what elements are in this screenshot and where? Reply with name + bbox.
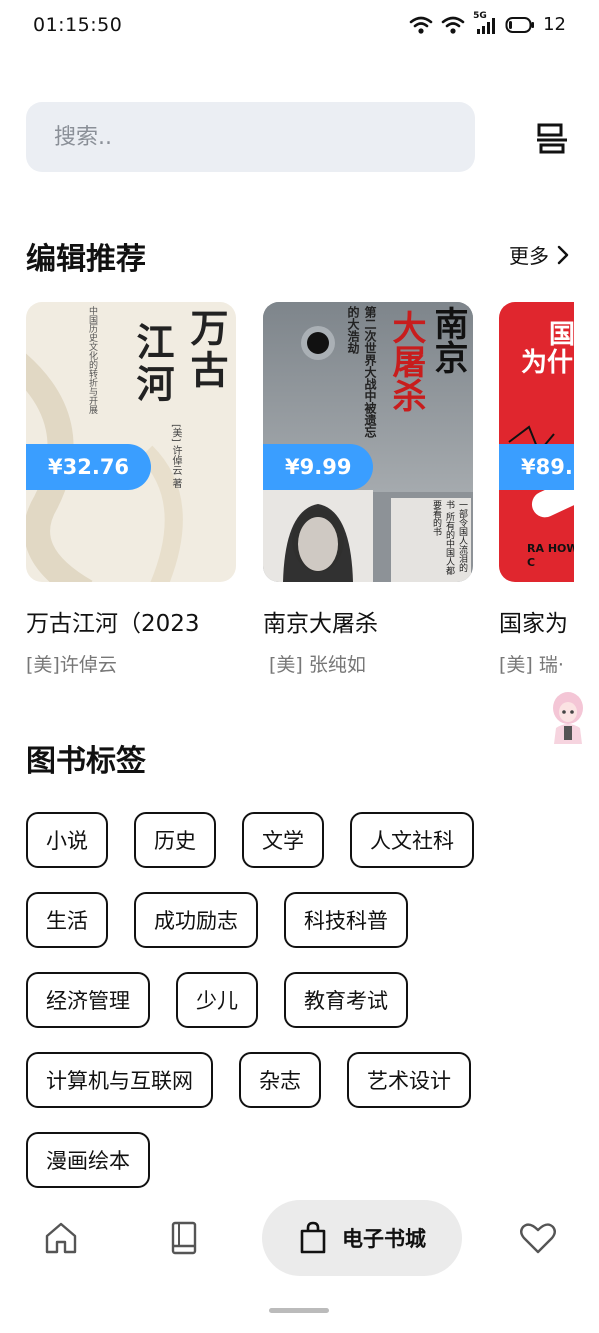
book-author: [美] 张纯如 [269, 654, 366, 676]
book-tag[interactable]: 文学 [242, 812, 324, 868]
book-tag[interactable]: 人文社科 [350, 812, 474, 868]
cover-title-line: 南京 [428, 306, 468, 374]
book-card[interactable]: 万古 江河 中国历史文化的转折与开展 [美] 许倬云 著 ¥32.76 万古江河… [26, 302, 238, 676]
category-menu-button[interactable] [530, 116, 574, 160]
status-time: 01:15:50 [33, 14, 123, 36]
category-menu-icon [537, 123, 567, 154]
book-tag[interactable]: 小说 [26, 812, 108, 868]
book-tag[interactable]: 杂志 [239, 1052, 321, 1108]
book-tag[interactable]: 计算机与互联网 [26, 1052, 213, 1108]
book-author: [美]许倬云 [26, 654, 117, 676]
cover-title-line: 万古 [184, 308, 229, 392]
cover-subtitle: 第二次世界大战中被遗忘的大浩劫 [346, 306, 377, 438]
chevron-right-icon [557, 245, 569, 264]
cellular-signal-icon: 5G [473, 11, 497, 35]
battery-icon [505, 16, 535, 33]
more-link[interactable]: 更多 [509, 240, 569, 269]
book-tag[interactable]: 成功励志 [134, 892, 258, 948]
status-icons: 5G 12 [409, 11, 566, 35]
cover-side-text: 一部令国人流泪的书 所有的中国人都要看的书 [391, 498, 471, 582]
book-tags: 小说 历史 文学 人文社科 生活 成功励志 科技科普 经济管理 少儿 教育考试 计算机与互联网 杂志艺… [26, 812, 574, 1212]
cover-title-line: 为什 [521, 348, 574, 378]
book-tags-title: 图书标签 [26, 744, 146, 779]
book-card[interactable]: 国 为什 RA HOW C ¥89.9 国家为 [美] 瑞· [499, 302, 574, 676]
search-box[interactable] [26, 102, 475, 172]
home-indicator[interactable] [269, 1308, 329, 1313]
price-tag: ¥89.9 [499, 444, 574, 490]
bottom-nav: 电子书城 [0, 1200, 599, 1280]
nav-ebook-store[interactable]: 电子书城 [262, 1200, 462, 1276]
book-title: 南京大屠杀 [263, 611, 378, 637]
bullet-hole-graphic [307, 332, 329, 354]
book-card[interactable]: 南京 大屠杀 第二次世界大战中被遗忘的大浩劫 一部令国人流泪的书 所有的中国人都… [263, 302, 475, 676]
battery-level: 12 [543, 14, 566, 35]
cover-tail-text: RA HOW C [527, 542, 574, 569]
book-tag[interactable]: 教育考试 [284, 972, 408, 1028]
book-tag[interactable]: 生活 [26, 892, 108, 948]
nav-favorites[interactable] [518, 1200, 558, 1276]
book-tag[interactable]: 科技科普 [284, 892, 408, 948]
nav-store-label: 电子书城 [342, 1227, 426, 1251]
wifi-icon [409, 16, 433, 34]
cover-graphic [508, 425, 574, 518]
status-bar: 01:15:50 5G 12 [0, 0, 599, 54]
book-cover: 万古 江河 中国历史文化的转折与开展 [美] 许倬云 著 ¥32.76 [26, 302, 236, 582]
book-tag[interactable]: 经济管理 [26, 972, 150, 1028]
book-author: [美] 瑞· [499, 654, 564, 676]
tag-row: 小说 历史 文学 人文社科 [26, 812, 574, 868]
cover-portrait [283, 504, 353, 582]
tag-row: 经济管理 少儿 教育考试 [26, 972, 574, 1028]
book-cover: 国 为什 RA HOW C ¥89.9 [499, 302, 574, 582]
tag-row: 漫画绘本 [26, 1132, 574, 1188]
tag-row: 计算机与互联网 杂志 艺术设计 [26, 1052, 574, 1108]
book-tag[interactable]: 历史 [134, 812, 216, 868]
nav-bookshelf[interactable] [164, 1200, 204, 1276]
book-carousel[interactable]: 万古 江河 中国历史文化的转折与开展 [美] 许倬云 著 ¥32.76 万古江河… [26, 302, 574, 702]
editor-picks-title: 编辑推荐 [26, 242, 146, 277]
cover-author: [美] 许倬云 著 [170, 424, 181, 489]
search-input[interactable] [52, 123, 456, 151]
shopping-bag-icon [300, 1221, 326, 1254]
book-tag[interactable]: 少儿 [176, 972, 258, 1028]
more-label: 更多 [509, 244, 549, 268]
book-tag[interactable]: 漫画绘本 [26, 1132, 150, 1188]
book-tag[interactable]: 艺术设计 [347, 1052, 471, 1108]
home-icon [45, 1222, 77, 1254]
book-cover: 南京 大屠杀 第二次世界大战中被遗忘的大浩劫 一部令国人流泪的书 所有的中国人都… [263, 302, 473, 582]
search-row [26, 102, 574, 172]
wifi-icon-secondary [441, 16, 465, 34]
book-title: 国家为 [499, 611, 568, 637]
cover-title-line: 江河 [130, 322, 175, 406]
price-tag: ¥32.76 [26, 444, 152, 490]
nav-home[interactable] [40, 1200, 82, 1276]
book-icon [171, 1221, 197, 1255]
cover-subtitle: 中国历史文化的转折与开展 [87, 306, 97, 414]
floating-avatar[interactable] [548, 688, 588, 746]
tag-row: 生活 成功励志 科技科普 [26, 892, 574, 948]
price-tag: ¥9.99 [263, 444, 374, 490]
book-title: 万古江河（2023 [26, 611, 200, 637]
cover-title-line: 大屠杀 [386, 310, 426, 412]
heart-icon [520, 1223, 556, 1254]
